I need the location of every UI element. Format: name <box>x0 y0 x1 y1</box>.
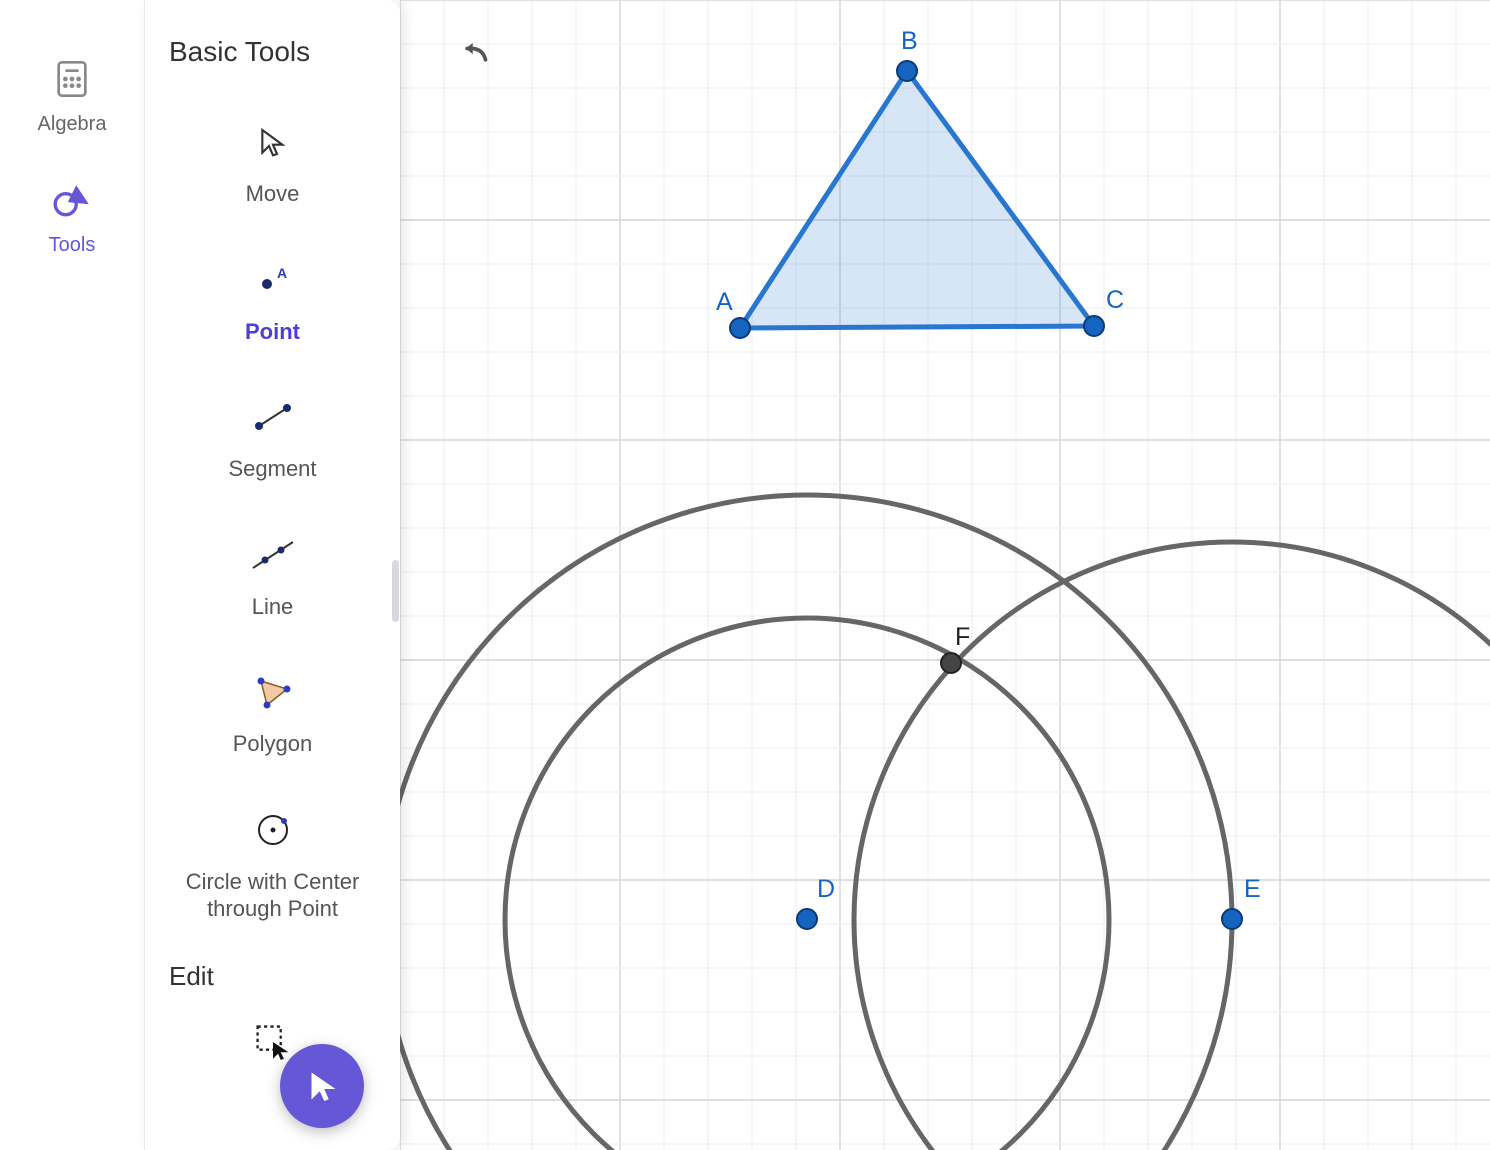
segment-icon <box>249 393 297 441</box>
tool-segment-label: Segment <box>228 455 316 483</box>
point-B[interactable] <box>897 61 917 81</box>
point-E[interactable] <box>1222 909 1242 929</box>
circle-1[interactable] <box>505 618 1109 1150</box>
calculator-icon <box>48 55 96 103</box>
nav-algebra-label: Algebra <box>38 113 107 136</box>
tools-panel: Basic Tools Move A Point Segment <box>145 0 400 1150</box>
triangle-abc[interactable] <box>740 71 1094 328</box>
point-D[interactable] <box>797 909 817 929</box>
tool-move-label: Move <box>246 180 300 208</box>
tool-circle[interactable]: Circle with Center through Point <box>165 786 380 951</box>
mode-fab[interactable] <box>280 1044 364 1128</box>
circle-icon <box>249 806 297 854</box>
tool-polygon[interactable]: Polygon <box>165 648 380 786</box>
svg-text:A: A <box>277 266 287 281</box>
tool-segment[interactable]: Segment <box>165 373 380 511</box>
tools-panel-edit-title: Edit <box>169 961 380 992</box>
point-label-F: F <box>955 623 970 651</box>
point-label-B: B <box>901 27 918 55</box>
point-label-D: D <box>817 875 835 903</box>
cursor-icon <box>249 118 297 166</box>
point-label-A: A <box>716 288 733 316</box>
point-C[interactable] <box>1084 316 1104 336</box>
undo-icon <box>460 40 494 74</box>
point-label-C: C <box>1106 286 1124 314</box>
tool-point[interactable]: A Point <box>165 236 380 374</box>
tools-icon <box>48 176 96 224</box>
point-A[interactable] <box>730 318 750 338</box>
tool-move[interactable]: Move <box>165 98 380 236</box>
point-F[interactable] <box>941 653 961 673</box>
circle-2[interactable] <box>854 542 1490 1150</box>
tools-panel-title: Basic Tools <box>169 36 380 68</box>
polygon-icon <box>249 668 297 716</box>
nav-tools-label: Tools <box>49 234 96 257</box>
circle-0[interactable] <box>400 495 1232 1150</box>
undo-button[interactable] <box>460 40 506 86</box>
nav-algebra[interactable]: Algebra <box>38 55 107 136</box>
tool-point-label: Point <box>245 318 300 346</box>
line-icon <box>249 531 297 579</box>
point-label-E: E <box>1244 875 1261 903</box>
nav-tools[interactable]: Tools <box>48 176 96 257</box>
tool-polygon-label: Polygon <box>233 730 313 758</box>
graphics-canvas[interactable]: A B C D E F <box>400 0 1490 1150</box>
point-icon: A <box>249 256 297 304</box>
cursor-fill-icon <box>304 1068 340 1104</box>
tool-circle-label: Circle with Center through Point <box>165 868 380 923</box>
panel-scrollbar[interactable] <box>392 560 399 622</box>
tool-line-label: Line <box>252 593 294 621</box>
tool-line[interactable]: Line <box>165 511 380 649</box>
left-nav: Algebra Tools <box>0 0 145 1150</box>
